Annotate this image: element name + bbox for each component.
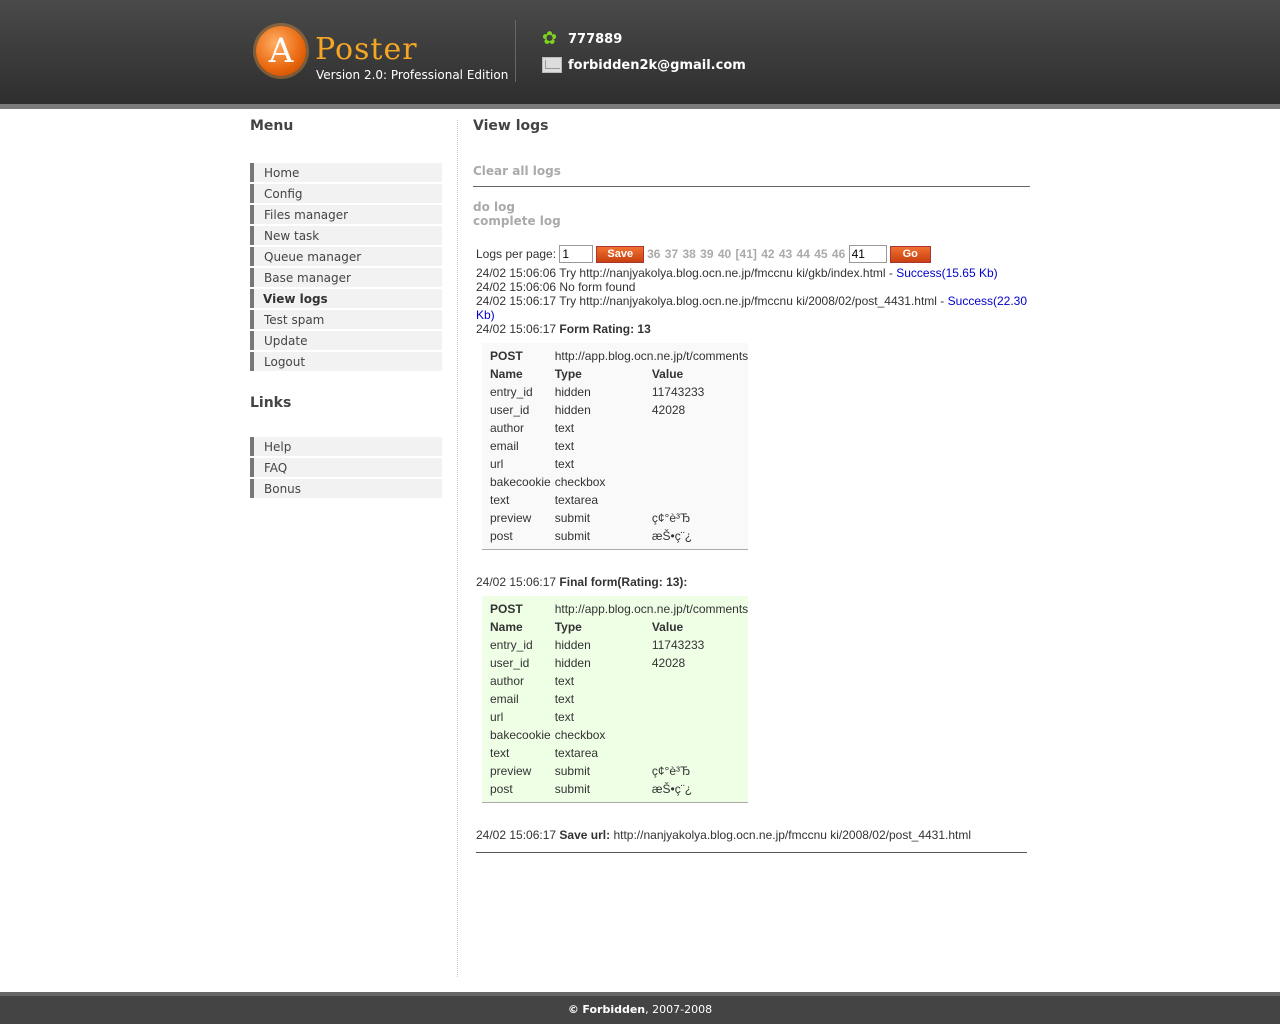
header: A Poster Version 2.0: Professional Editi… [0, 0, 1280, 109]
icq-flower-icon [542, 31, 562, 47]
do-log-link[interactable]: do log [473, 200, 561, 214]
log-line: 24/02 15:06:17 Form Rating: 13 [476, 322, 651, 336]
menu-item-test-spam[interactable]: Test spam [250, 310, 442, 329]
field-row: bakecookie checkbox [490, 475, 606, 489]
mail-icon [542, 57, 562, 73]
pager: Logs per page: Save 36 37 38 39 40 [41] … [476, 244, 1033, 264]
menu-list: Home Config Files manager New task Queue… [250, 163, 442, 371]
clear-all-logs-link[interactable]: Clear all logs [473, 164, 561, 178]
footer-years: , 2007-2008 [645, 1003, 713, 1016]
logo-badge: A [256, 26, 306, 76]
complete-log-link[interactable]: complete log [473, 214, 561, 228]
menu-item-new-task[interactable]: New task [250, 226, 442, 245]
field-row: author text [490, 421, 575, 435]
field-row: user_id hidden 42028 [490, 656, 686, 670]
menu-item-config[interactable]: Config [250, 184, 442, 203]
header-divider [515, 20, 516, 82]
menu-item-logout[interactable]: Logout [250, 352, 442, 371]
field-row: url text [490, 710, 575, 724]
menu-item-update[interactable]: Update [250, 331, 442, 350]
divider [476, 852, 1027, 853]
go-button[interactable]: Go [889, 245, 931, 263]
field-row: user_id hidden 42028 [490, 403, 686, 417]
form-method: POST [490, 349, 523, 363]
field-row: author text [490, 674, 575, 688]
version-label: Version 2.0: Professional Edition [316, 68, 509, 82]
menu-item-view-logs[interactable]: View logs [250, 289, 442, 308]
save-button[interactable]: Save [596, 245, 645, 263]
icq-number: 777889 [568, 31, 623, 47]
main-content: View logs Clear all logs do log complete… [473, 118, 1033, 853]
link-faq[interactable]: FAQ [250, 458, 442, 477]
footer: © Forbidden, 2007-2008 [0, 992, 1280, 1024]
form-method: POST [490, 602, 523, 616]
logo-title: Poster [315, 32, 418, 67]
page-links[interactable]: 36 37 38 39 40 [41] 42 43 44 45 46 [647, 247, 845, 261]
form-table-rated: POST http://app.blog.ocn.ne.jp/t/comments… [482, 343, 748, 550]
field-row: preview submit ç¢°è³Ђ [490, 764, 691, 778]
logo[interactable]: A Poster Version 2.0: Professional Editi… [250, 20, 510, 90]
field-row: entry_id hidden 11743233 [490, 638, 705, 652]
logs-per-page-label: Logs per page: [476, 247, 557, 261]
link-bonus[interactable]: Bonus [250, 479, 442, 498]
field-row: post submit æŠ•ç¨¿ [490, 529, 693, 543]
email-address[interactable]: forbidden2k@gmail.com [568, 58, 746, 73]
links-list: Help FAQ Bonus [250, 437, 442, 498]
email-contact: forbidden2k@gmail.com [542, 57, 746, 73]
form-action: http://app.blog.ocn.ne.jp/t/comments [554, 349, 749, 363]
divider [473, 186, 1030, 187]
menu-heading: Menu [250, 118, 294, 134]
link-help[interactable]: Help [250, 437, 442, 456]
log-line: 24/02 15:06:17 Final form(Rating: 13): [476, 575, 688, 589]
log-line: 24/02 15:06:17 Save url: http://nanjyako… [476, 828, 972, 842]
menu-item-queue-manager[interactable]: Queue manager [250, 247, 442, 266]
log-area: Logs per page: Save 36 37 38 39 40 [41] … [476, 244, 1033, 853]
field-row: url text [490, 457, 575, 471]
field-row: preview submit ç¢°è³Ђ [490, 511, 691, 525]
field-row: email text [490, 439, 575, 453]
log-line: 24/02 15:06:17 Try http://nanjyakolya.bl… [476, 294, 1028, 322]
form-action: http://app.blog.ocn.ne.jp/t/comments [554, 602, 749, 616]
links-heading: Links [250, 395, 292, 411]
log-line: 24/02 15:06:06 No form found [476, 280, 636, 294]
status-success: Success(15.65 Kb) [896, 266, 998, 280]
menu-item-files-manager[interactable]: Files manager [250, 205, 442, 224]
field-row: email text [490, 692, 575, 706]
log-type-links: do log complete log [473, 200, 561, 228]
field-row: entry_id hidden 11743233 [490, 385, 705, 399]
icq-contact: 777889 [542, 31, 622, 47]
menu-item-base-manager[interactable]: Base manager [250, 268, 442, 287]
goto-page-input[interactable] [848, 245, 887, 263]
form-table-final: POST http://app.blog.ocn.ne.jp/t/comments… [482, 596, 748, 803]
page-title: View logs [473, 118, 549, 134]
log-line: 24/02 15:06:06 Try http://nanjyakolya.bl… [476, 266, 998, 280]
column-divider [457, 120, 458, 977]
footer-brand: Forbidden [582, 1003, 646, 1016]
field-row: text textarea [490, 493, 599, 507]
field-row: text textarea [490, 746, 599, 760]
field-row: post submit æŠ•ç¨¿ [490, 782, 693, 796]
copyright-symbol: © [567, 1003, 579, 1016]
menu-item-home[interactable]: Home [250, 163, 442, 182]
field-row: bakecookie checkbox [490, 728, 606, 742]
sidebar: Menu Home Config Files manager New task … [250, 118, 442, 500]
logs-per-page-input[interactable] [559, 245, 594, 263]
